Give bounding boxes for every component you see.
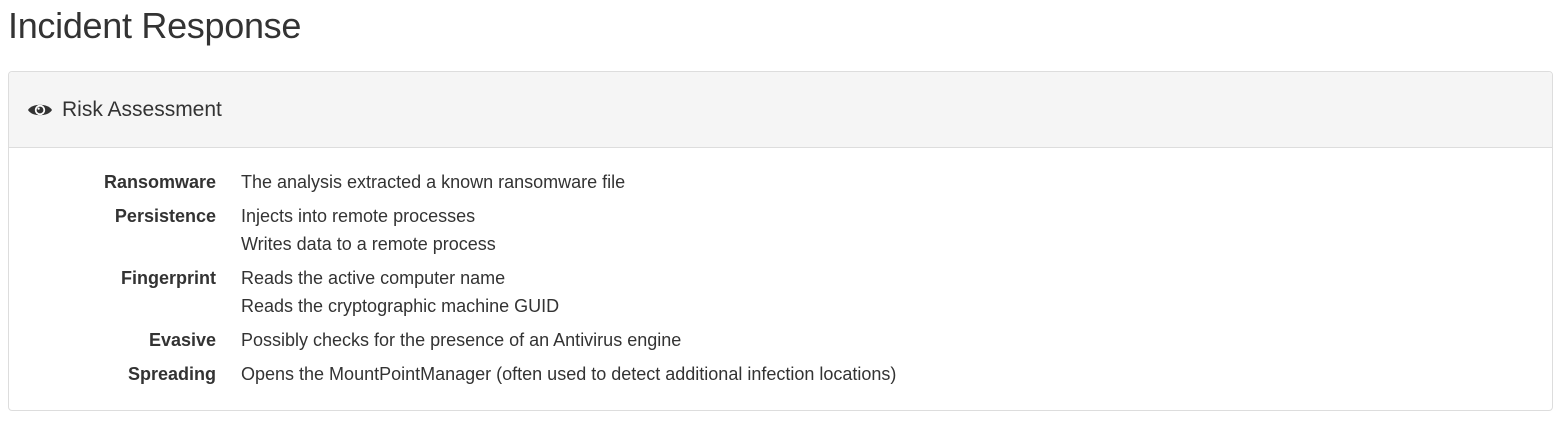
risk-list: Ransomware The analysis extracted a known… bbox=[9, 168, 1552, 388]
risk-category-spreading: Spreading bbox=[127, 364, 216, 384]
eye-icon bbox=[27, 100, 53, 120]
risk-description-item: Opens the MountPointManager (often used … bbox=[241, 364, 897, 384]
risk-description-item: Writes data to a remote process bbox=[241, 234, 496, 254]
risk-descriptions: The analysis extracted a known ransomwar… bbox=[241, 168, 1552, 196]
risk-description-item: Reads the cryptographic machine GUID bbox=[241, 296, 560, 316]
risk-category-fingerprint: Fingerprint bbox=[121, 268, 216, 288]
risk-category-evasive: Evasive bbox=[148, 330, 216, 350]
risk-description-item: Reads the active computer name bbox=[241, 268, 506, 288]
risk-descriptions: Opens the MountPointManager (often used … bbox=[241, 360, 1552, 388]
risk-description-item: The analysis extracted a known ransomwar… bbox=[241, 172, 626, 192]
panel-heading: Risk Assessment bbox=[9, 72, 1552, 148]
risk-assessment-panel: Risk Assessment Ransomware The analysis e… bbox=[8, 71, 1553, 411]
page-title: Incident Response bbox=[8, 5, 302, 46]
risk-description-item: Possibly checks for the presence of an A… bbox=[241, 330, 682, 350]
risk-category-persistence: Persistence bbox=[114, 206, 216, 226]
risk-category-ransomware: Ransomware bbox=[103, 172, 216, 192]
risk-descriptions: Injects into remote processes Writes data… bbox=[241, 202, 1552, 258]
risk-description-item: Injects into remote processes bbox=[241, 206, 476, 226]
panel-body: Ransomware The analysis extracted a known… bbox=[9, 148, 1552, 388]
risk-descriptions: Reads the active computer name Reads the … bbox=[241, 264, 1552, 320]
panel-title: Risk Assessment bbox=[62, 97, 222, 121]
risk-descriptions: Possibly checks for the presence of an A… bbox=[241, 326, 1552, 354]
